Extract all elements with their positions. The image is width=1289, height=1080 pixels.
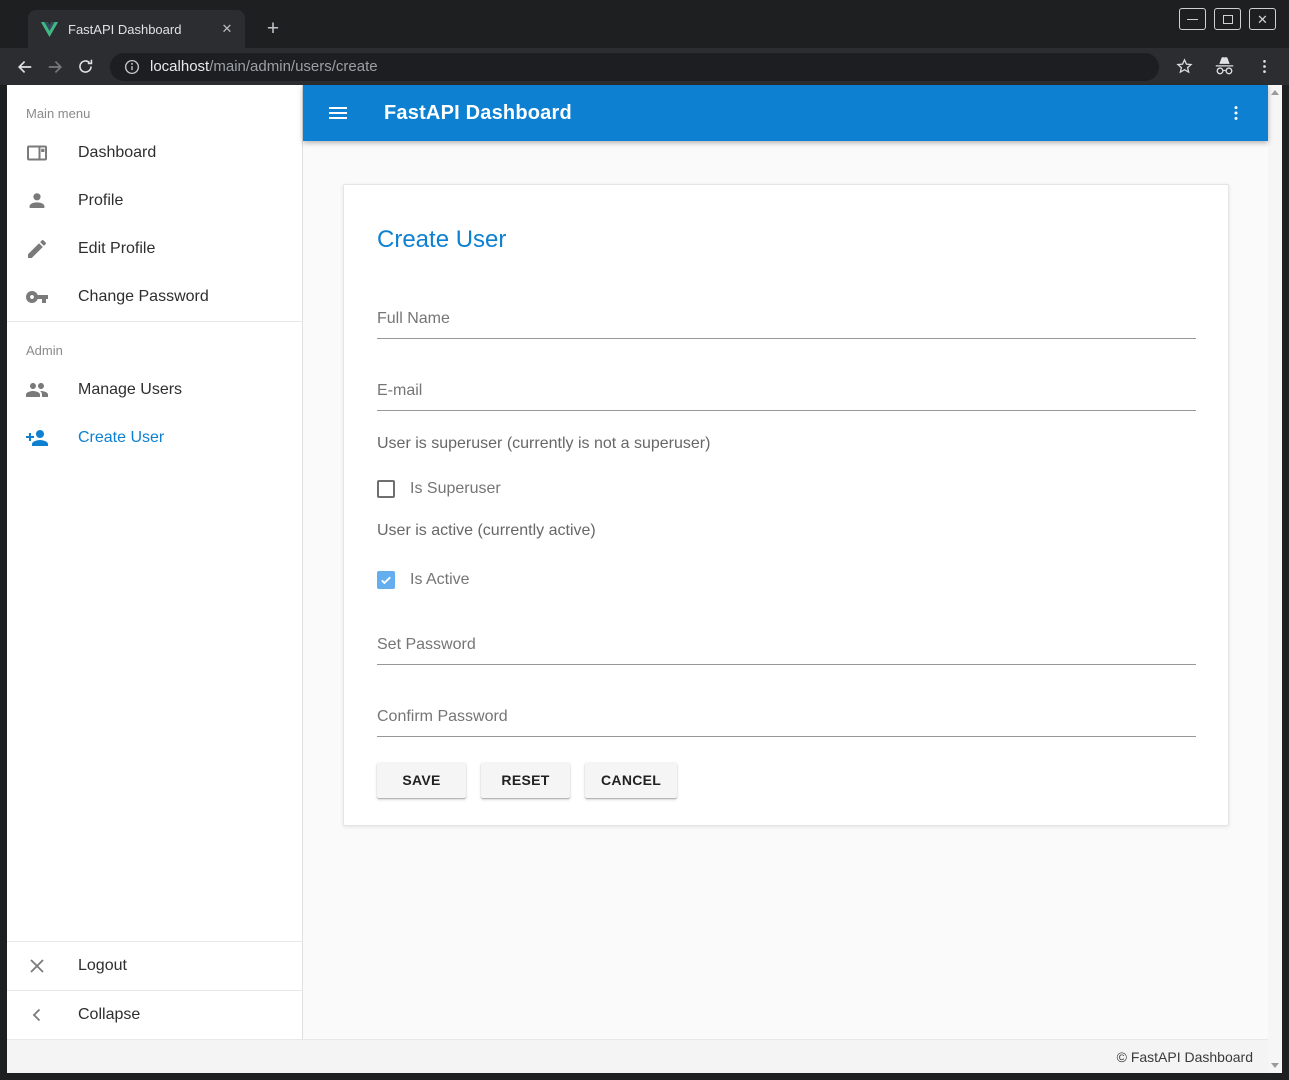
- hamburger-menu-button[interactable]: [326, 101, 350, 125]
- url-text: localhost/main/admin/users/create: [150, 58, 378, 75]
- sidebar-item-label: Manage Users: [78, 381, 182, 399]
- is-active-label: Is Active: [410, 571, 470, 589]
- tab-title: FastAPI Dashboard: [68, 22, 217, 37]
- bookmark-star-button[interactable]: [1169, 52, 1199, 82]
- close-icon: ✕: [1257, 13, 1268, 26]
- group-icon: [25, 378, 49, 402]
- page-info-icon[interactable]: [123, 58, 141, 76]
- app-bar: FastAPI Dashboard: [303, 85, 1268, 141]
- person-icon: [25, 189, 49, 213]
- forward-button[interactable]: [40, 52, 70, 82]
- url-host: localhost: [150, 58, 209, 75]
- save-button[interactable]: SAVE: [377, 762, 466, 798]
- back-button[interactable]: [10, 52, 40, 82]
- confirm-password-field[interactable]: [377, 708, 1196, 737]
- is-superuser-label: Is Superuser: [410, 480, 501, 498]
- page-footer: © FastAPI Dashboard: [7, 1039, 1268, 1073]
- forward-arrow-icon: [45, 57, 65, 77]
- edit-pencil-icon: [25, 237, 49, 261]
- kebab-menu-icon: [1226, 103, 1246, 123]
- main-area: FastAPI Dashboard Create User User is su…: [303, 85, 1268, 1039]
- set-password-field[interactable]: [377, 636, 1196, 665]
- maximize-button[interactable]: [1214, 8, 1241, 30]
- address-bar[interactable]: localhost/main/admin/users/create: [110, 53, 1159, 81]
- incognito-indicator: [1209, 52, 1239, 82]
- close-window-button[interactable]: ✕: [1249, 8, 1276, 30]
- star-icon: [1175, 57, 1194, 76]
- is-superuser-checkbox[interactable]: [377, 480, 395, 498]
- person-add-icon: [25, 426, 49, 450]
- tab-close-icon[interactable]: ✕: [217, 19, 237, 39]
- sidebar-item-label: Logout: [78, 957, 127, 975]
- page-body: Main menu Dashboard Profile: [7, 85, 1268, 1039]
- sidebar-item-profile[interactable]: Profile: [7, 177, 302, 225]
- reload-button[interactable]: [70, 52, 100, 82]
- active-hint: User is active (currently active): [377, 522, 1196, 540]
- url-path: /main/admin/users/create: [209, 58, 377, 75]
- copyright-text: © FastAPI Dashboard: [1117, 1049, 1253, 1065]
- toolbar-right-icons: [1169, 52, 1279, 82]
- sidebar-item-label: Profile: [78, 192, 123, 210]
- content-area: Create User User is superuser (currently…: [303, 141, 1268, 1039]
- superuser-hint: User is superuser (currently is not a su…: [377, 435, 1196, 453]
- create-user-card: Create User User is superuser (currently…: [343, 184, 1229, 826]
- incognito-icon: [1214, 56, 1235, 77]
- page-viewport: Main menu Dashboard Profile: [7, 85, 1282, 1073]
- scrollbar-up-icon[interactable]: [1271, 90, 1279, 95]
- sidebar-item-label: Dashboard: [78, 144, 156, 162]
- new-tab-button[interactable]: +: [259, 15, 287, 43]
- browser-toolbar: localhost/main/admin/users/create: [0, 48, 1289, 85]
- hamburger-icon: [326, 101, 350, 125]
- maximize-icon: [1223, 15, 1233, 24]
- browser-tab[interactable]: FastAPI Dashboard ✕: [28, 10, 245, 48]
- email-field[interactable]: [377, 382, 1196, 411]
- sidebar-item-manage-users[interactable]: Manage Users: [7, 366, 302, 414]
- sidebar-section-label-admin: Admin: [7, 322, 302, 366]
- sidebar-item-create-user[interactable]: Create User: [7, 414, 302, 462]
- vue-logo-icon: [41, 22, 58, 37]
- sidebar-item-logout[interactable]: Logout: [7, 942, 302, 990]
- appbar-menu-button[interactable]: [1224, 101, 1248, 125]
- superuser-checkbox-row: Is Superuser: [377, 480, 1196, 498]
- minimize-icon: [1187, 19, 1198, 20]
- sidebar-spacer: [7, 462, 302, 941]
- is-active-checkbox[interactable]: [377, 571, 395, 589]
- reset-button[interactable]: RESET: [481, 762, 570, 798]
- tab-strip: FastAPI Dashboard ✕ + ✕: [0, 0, 1289, 48]
- page-title: Create User: [377, 226, 1196, 254]
- sidebar-item-edit-profile[interactable]: Edit Profile: [7, 225, 302, 273]
- sidebar-item-label: Create User: [78, 429, 164, 447]
- sidebar: Main menu Dashboard Profile: [7, 85, 303, 1039]
- key-icon: [25, 285, 49, 309]
- sidebar-item-change-password[interactable]: Change Password: [7, 273, 302, 321]
- minimize-button[interactable]: [1179, 8, 1206, 30]
- dashboard-icon: [25, 141, 49, 165]
- kebab-menu-icon: [1255, 57, 1274, 76]
- browser-menu-button[interactable]: [1249, 52, 1279, 82]
- sidebar-section-label-main-menu: Main menu: [7, 85, 302, 129]
- close-x-icon: [25, 954, 49, 978]
- full-name-field[interactable]: [377, 310, 1196, 339]
- active-checkbox-row: Is Active: [377, 571, 1196, 589]
- sidebar-item-label: Edit Profile: [78, 240, 155, 258]
- sidebar-item-collapse[interactable]: Collapse: [7, 991, 302, 1039]
- sidebar-item-label: Collapse: [78, 1006, 140, 1024]
- form-buttons: SAVE RESET CANCEL: [377, 762, 1196, 798]
- back-arrow-icon: [15, 57, 35, 77]
- reload-icon: [76, 57, 95, 76]
- vertical-scrollbar[interactable]: [1268, 85, 1282, 1073]
- sidebar-item-label: Change Password: [78, 288, 209, 306]
- appbar-title: FastAPI Dashboard: [384, 102, 572, 125]
- sidebar-item-dashboard[interactable]: Dashboard: [7, 129, 302, 177]
- window-controls: ✕: [1179, 8, 1276, 30]
- check-icon: [379, 573, 393, 587]
- browser-window: FastAPI Dashboard ✕ + ✕ localhost/main/a…: [0, 0, 1289, 1080]
- chevron-left-icon: [25, 1003, 49, 1027]
- scrollbar-down-icon[interactable]: [1271, 1063, 1279, 1068]
- cancel-button[interactable]: CANCEL: [585, 762, 677, 798]
